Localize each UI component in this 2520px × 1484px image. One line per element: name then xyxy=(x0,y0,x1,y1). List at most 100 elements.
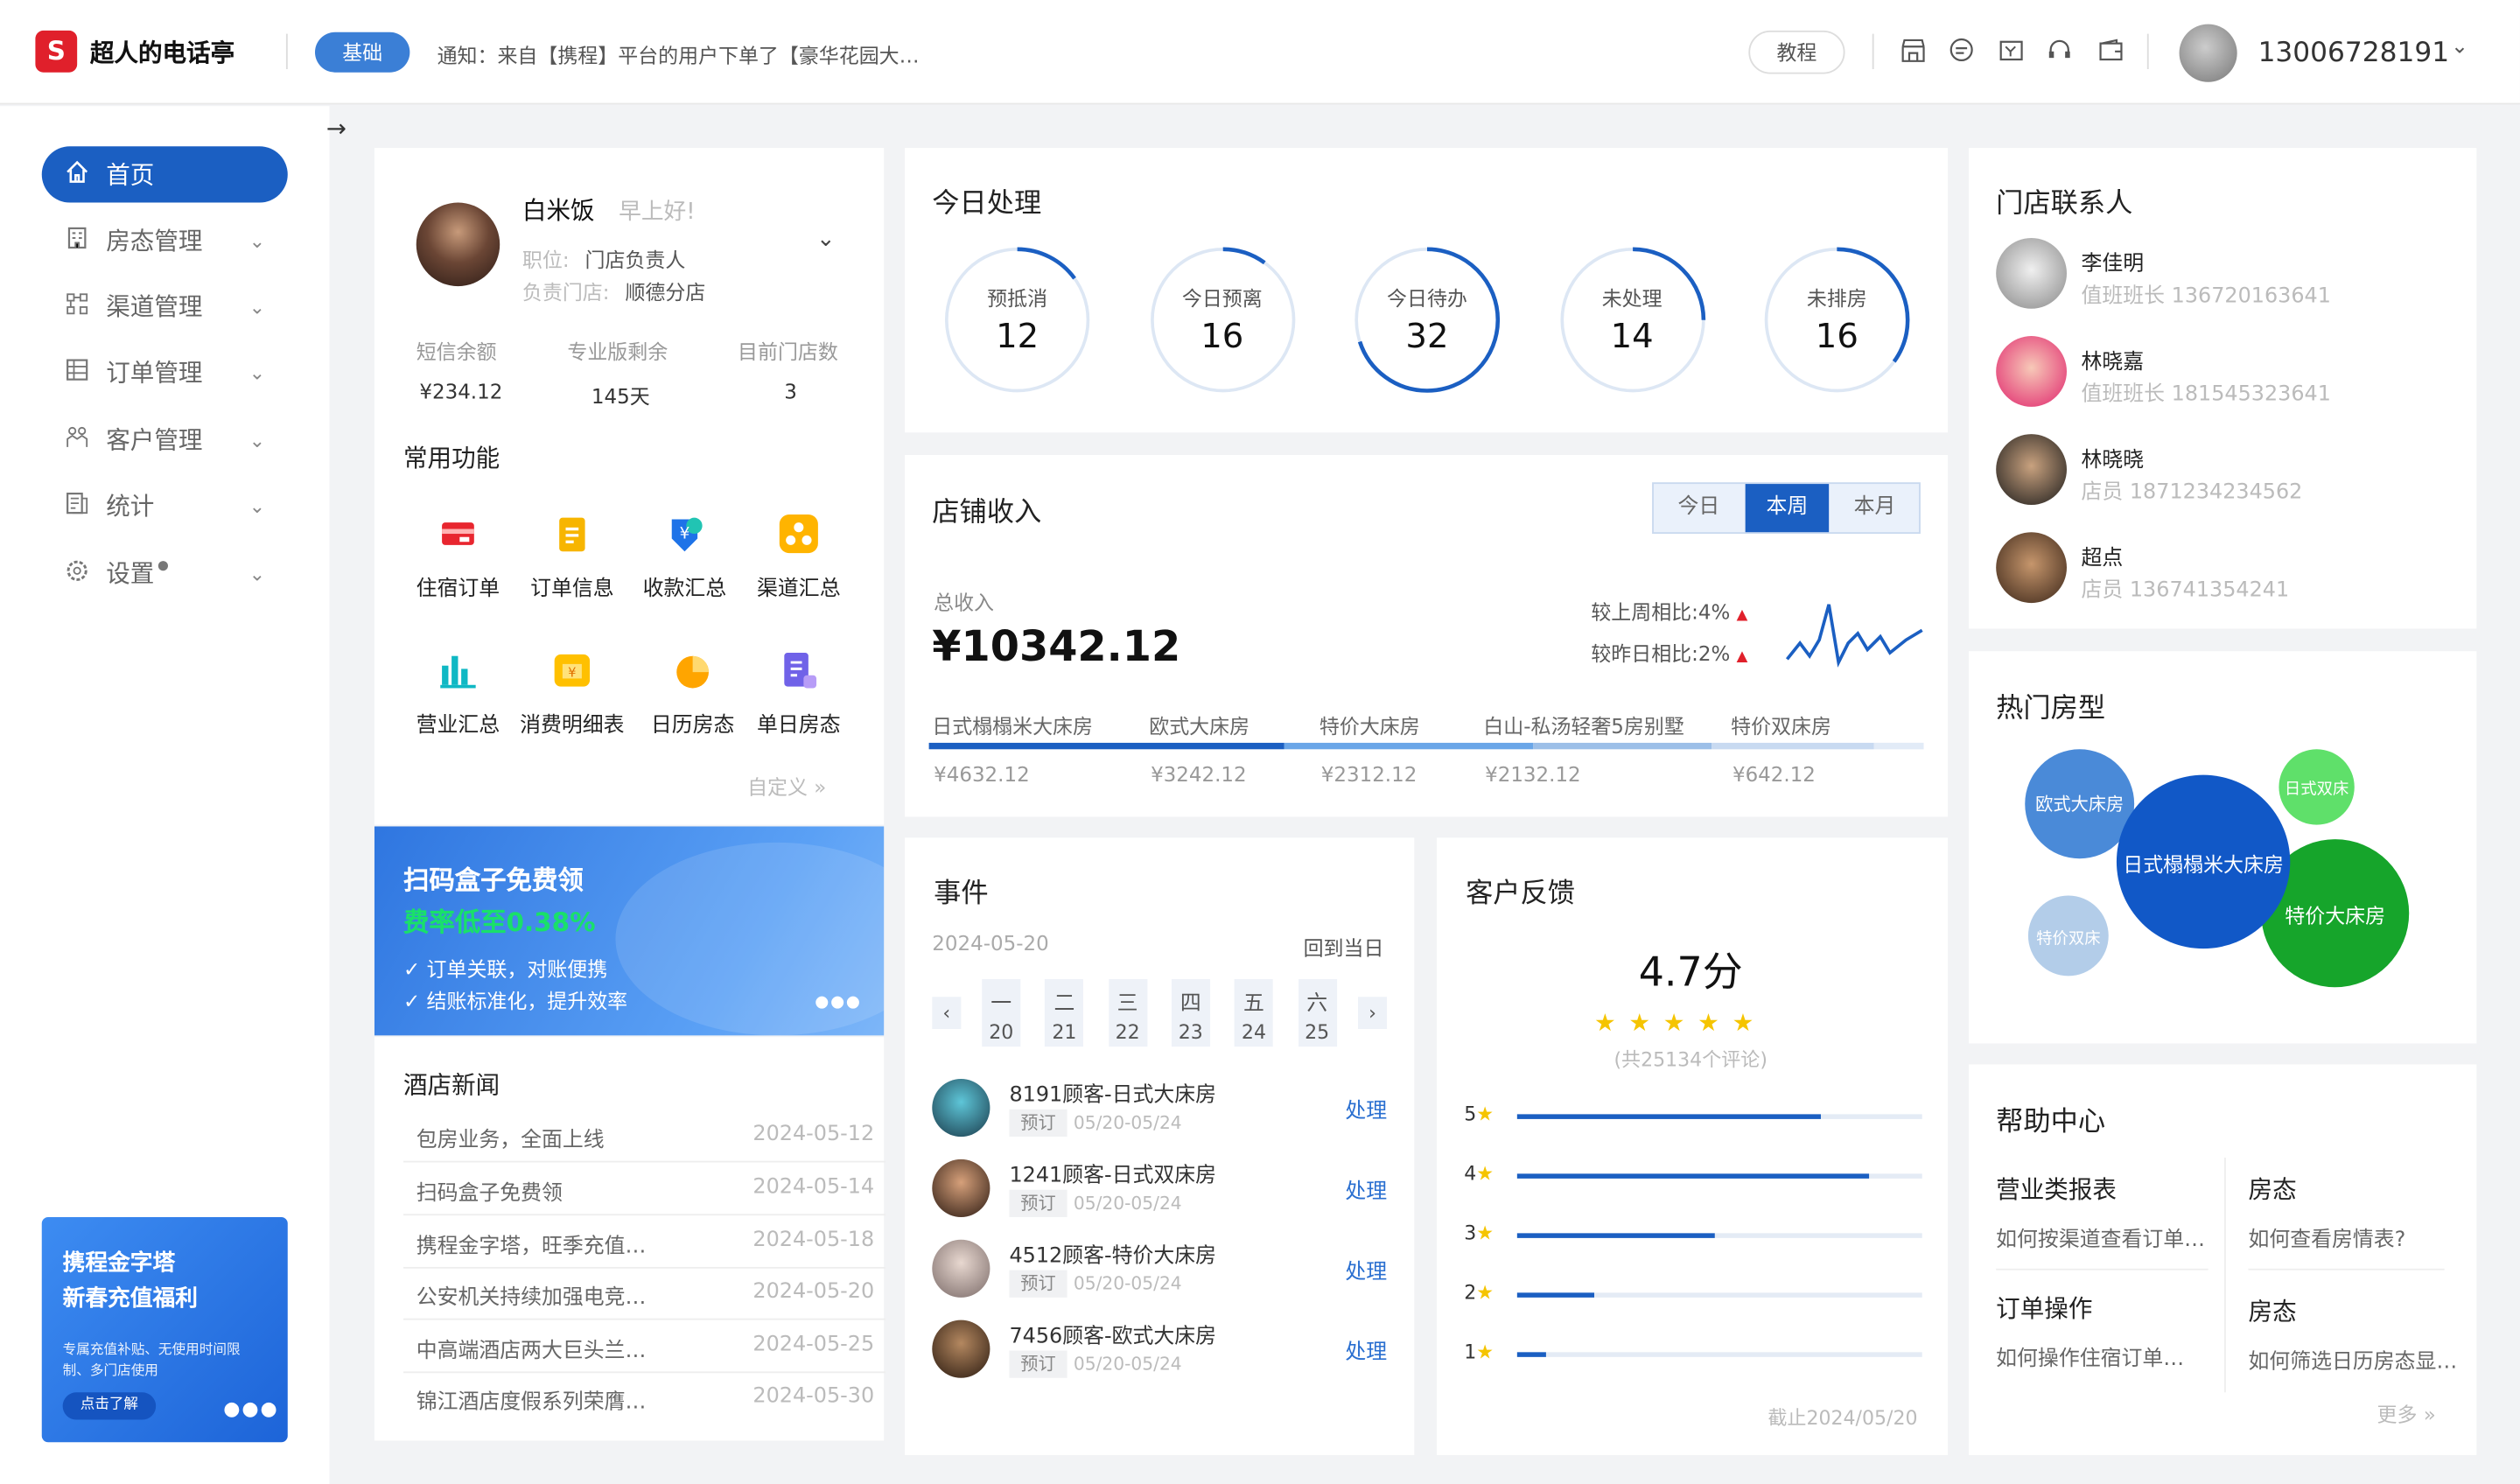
wallet-icon[interactable] xyxy=(2097,37,2124,64)
divider xyxy=(2223,1158,2226,1393)
help-more-link[interactable]: 更多 » xyxy=(2376,1397,2435,1428)
revenue-sparkline xyxy=(1785,604,1923,668)
func-business-summary[interactable]: 营业汇总 xyxy=(403,649,513,738)
settings-icon xyxy=(61,557,94,590)
chevron-down-icon[interactable]: ⌄ xyxy=(816,227,836,252)
invoice-icon[interactable] xyxy=(1998,37,2025,64)
today-stat-circle[interactable]: 未处理 14 xyxy=(1558,246,1706,394)
help-item-desc[interactable]: 如何操作住宿订单… xyxy=(1996,1340,2184,1372)
next-week-button[interactable]: › xyxy=(1358,997,1388,1029)
week-day[interactable]: 五 24 xyxy=(1234,979,1274,1047)
sidebar-item-home[interactable]: 首页 xyxy=(41,146,288,203)
bubble-special-twin[interactable]: 特价双床 xyxy=(2027,895,2109,976)
store-icon[interactable] xyxy=(1900,37,1927,64)
event-dates: 05/20-05/24 xyxy=(1073,1354,1182,1376)
dod-comparison: 较昨日相比:2% ▲ xyxy=(1591,637,1747,668)
contact-item[interactable]: 超点 店员 136741354241 xyxy=(1996,532,2478,609)
week-day[interactable]: 二 21 xyxy=(1045,979,1084,1047)
notice-text[interactable]: 通知：来自【携程】平台的用户下单了【豪华花园大… xyxy=(438,38,920,69)
svg-text:¥: ¥ xyxy=(680,525,690,543)
svg-text:¥: ¥ xyxy=(568,666,576,681)
scan-box-banner[interactable]: 扫码盒子免费领 费率低至0.38% ✓ 订单关联，对账便携 ✓ 结账标准化，提升… xyxy=(374,826,885,1036)
chat-icon[interactable] xyxy=(1948,37,1975,64)
func-order-info[interactable]: 订单信息 xyxy=(517,513,626,601)
event-item[interactable]: 7456顾客-欧式大床房 预订 05/20-05/24 处理 xyxy=(932,1315,1414,1386)
news-row[interactable]: 锦江酒店度假系列荣膺… 2024-05-30 xyxy=(403,1375,886,1424)
wow-label: 较上周相比: xyxy=(1591,599,1698,624)
functions-title: 常用功能 xyxy=(403,444,500,473)
rating-label: 2 xyxy=(1464,1281,1477,1305)
process-button[interactable]: 处理 xyxy=(1345,1094,1387,1124)
func-label: 订单信息 xyxy=(530,577,614,602)
sidebar-item-room-status[interactable]: 房态管理 ⌄ xyxy=(42,213,288,269)
help-item-title[interactable]: 房态 xyxy=(2249,1294,2297,1328)
collapse-arrow-icon[interactable]: → xyxy=(326,114,346,143)
help-item-title[interactable]: 房态 xyxy=(2249,1172,2297,1207)
stat-label: 短信余额 xyxy=(416,339,497,364)
today-stat-circle[interactable]: 今日待办 32 xyxy=(1354,246,1502,394)
today-stat-circle[interactable]: 今日预离 16 xyxy=(1148,246,1296,394)
tab-today[interactable]: 今日 xyxy=(1654,484,1744,532)
event-item[interactable]: 1241顾客-日式双床房 预订 05/20-05/24 处理 xyxy=(932,1154,1414,1225)
event-dates: 05/20-05/24 xyxy=(1073,1193,1182,1214)
news-row[interactable]: 扫码盒子免费领 2024-05-14 xyxy=(403,1166,886,1216)
contact-item[interactable]: 林晓晓 店员 1871234234562 xyxy=(1996,434,2478,511)
sidebar-item-customers[interactable]: 客户管理 ⌄ xyxy=(42,411,288,467)
headset-icon[interactable] xyxy=(2046,37,2073,64)
process-button[interactable]: 处理 xyxy=(1345,1334,1387,1365)
chevron-down-icon[interactable]: ⌄ xyxy=(2451,35,2468,60)
help-item-desc[interactable]: 如何筛选日历房态显… xyxy=(2249,1344,2458,1376)
user-avatar[interactable] xyxy=(2179,24,2237,82)
back-to-today-button[interactable]: 回到当日 xyxy=(1304,931,1384,962)
process-button[interactable]: 处理 xyxy=(1345,1254,1387,1285)
news-row-title: 携程金字塔，旺季充值… xyxy=(416,1235,647,1259)
today-stat-label: 预抵消 xyxy=(987,286,1048,311)
tab-this-week[interactable]: 本周 xyxy=(1745,484,1830,533)
tutorial-button[interactable]: 教程 xyxy=(1748,30,1845,74)
contact-item[interactable]: 林晓嘉 值班班长 181545323641 xyxy=(1996,336,2478,413)
user-phone[interactable]: 13006728191 xyxy=(2258,37,2450,69)
help-item-title[interactable]: 订单操作 xyxy=(1996,1292,2092,1326)
bubble-japanese-twin[interactable]: 日式双床 xyxy=(2278,749,2355,825)
contact-item[interactable]: 李佳明 值班班长 136720163641 xyxy=(1996,237,2478,315)
week-day[interactable]: 一 20 xyxy=(982,979,1021,1047)
process-button[interactable]: 处理 xyxy=(1345,1173,1387,1205)
rating-label: 1 xyxy=(1464,1340,1477,1364)
sidebar-item-channel[interactable]: 渠道管理 ⌄ xyxy=(42,278,288,334)
prev-week-button[interactable]: ‹ xyxy=(932,997,962,1029)
today-stat-circle[interactable]: 未排房 16 xyxy=(1763,246,1911,394)
func-daily-status[interactable]: 单日房态 xyxy=(744,649,853,738)
week-day[interactable]: 六 25 xyxy=(1298,979,1337,1047)
plan-tag[interactable]: 基础 xyxy=(314,32,410,73)
func-consumption-details[interactable]: ¥ 消费明细表 xyxy=(517,649,626,738)
func-lodging-orders[interactable]: 住宿订单 xyxy=(403,513,513,601)
week-day[interactable]: 三 22 xyxy=(1108,979,1147,1047)
customize-link[interactable]: 自定义 » xyxy=(747,770,826,801)
rating-stars-icon: ★★★★★ xyxy=(1594,1008,1767,1038)
news-row[interactable]: 携程金字塔，旺季充值… 2024-05-18 xyxy=(403,1219,886,1269)
help-item-title[interactable]: 营业类报表 xyxy=(1996,1172,2117,1207)
more-dots-icon[interactable]: ●●● xyxy=(815,994,862,1012)
event-item[interactable]: 8191顾客-日式大床房 预订 05/20-05/24 处理 xyxy=(932,1074,1414,1144)
news-row[interactable]: 公安机关持续加强电竞… 2024-05-20 xyxy=(403,1270,886,1320)
news-row[interactable]: 中高端酒店两大巨头兰… 2024-05-25 xyxy=(403,1323,886,1374)
func-channel-summary[interactable]: 渠道汇总 xyxy=(744,513,853,601)
week-day[interactable]: 四 23 xyxy=(1171,979,1210,1047)
event-avatar xyxy=(932,1320,990,1378)
today-stat-circle[interactable]: 预抵消 12 xyxy=(943,246,1091,394)
tab-this-month[interactable]: 本月 xyxy=(1830,484,1919,532)
promo-card[interactable]: 携程金字塔 新春充值福利 专属充值补贴、无使用时间限 制、多门店使用 点击了解 … xyxy=(41,1216,288,1443)
func-calendar-status[interactable]: 日历房态 xyxy=(638,649,747,738)
news-row[interactable]: 包房业务，全面上线 2024-05-12 xyxy=(403,1113,886,1163)
help-item-desc[interactable]: 如何按渠道查看订单… xyxy=(1996,1222,2205,1253)
promo-cta-button[interactable]: 点击了解 xyxy=(62,1392,157,1420)
sidebar-item-stats[interactable]: 统计 ⌄ xyxy=(42,478,288,534)
revenue-share-segment xyxy=(1874,742,1924,750)
more-dots-icon[interactable]: ●●● xyxy=(223,1397,278,1420)
event-item[interactable]: 4512顾客-特价大床房 预订 05/20-05/24 处理 xyxy=(932,1235,1414,1306)
help-item-desc[interactable]: 如何查看房情表? xyxy=(2249,1222,2406,1253)
sidebar-item-settings[interactable]: 设置 ● ⌄ xyxy=(42,545,288,601)
bubble-tatami-king[interactable]: 日式榻榻米大床房 xyxy=(2116,774,2291,949)
func-payment-summary[interactable]: ¥ 收款汇总 xyxy=(630,513,739,601)
sidebar-item-orders[interactable]: 订单管理 ⌄ xyxy=(42,344,288,400)
